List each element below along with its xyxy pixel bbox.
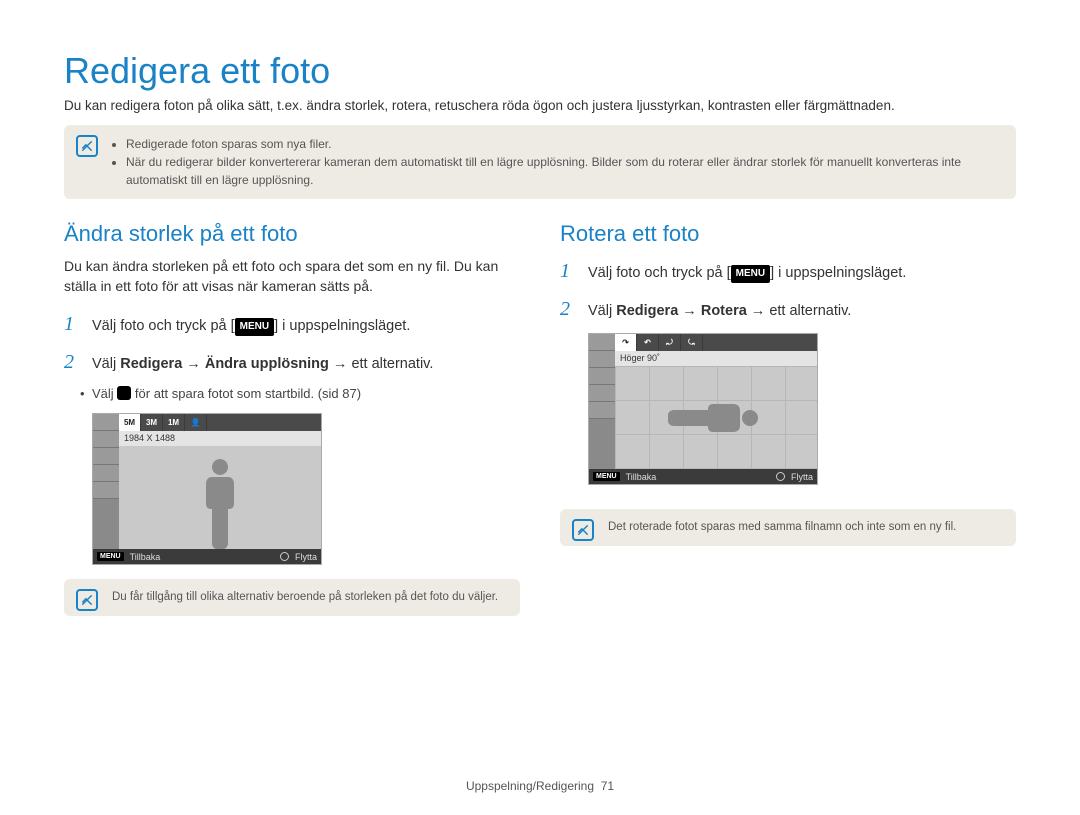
cam-rotate-label: Höger 90˚: [615, 351, 817, 366]
step-text: ] i uppspelningsläget.: [274, 318, 410, 334]
cam-footer-back: Tillbaka: [626, 472, 657, 482]
resize-sub-bullet: Välj för att spara fotot som startbild. …: [92, 386, 520, 401]
cam-footer-move: Flytta: [791, 472, 813, 482]
cam-tab-rotate: ↷: [615, 334, 637, 351]
cam-tab: 1M: [163, 414, 185, 431]
menu-mini-badge: MENU: [593, 472, 620, 481]
silhouette-rotated-icon: [668, 394, 764, 442]
cam-topbar: ↷ ↶ ⤾ ⤿: [615, 334, 817, 351]
heading-resize: Ändra storlek på ett foto: [64, 221, 520, 247]
note-text: Du får tillgång till olika alternativ be…: [112, 591, 498, 603]
cam-resolution-label: 1984 X 1488: [119, 431, 321, 446]
menu-badge: MENU: [235, 318, 274, 336]
rotate-step-1: 1 Välj foto och tryck på [MENU] i uppspe…: [560, 257, 1016, 285]
intro-text: Du kan redigera foton på olika sätt, t.e…: [64, 98, 1016, 113]
step-bold: Ändra upplösning: [205, 356, 329, 372]
note-text: Det roterade fotot sparas med samma filn…: [608, 521, 956, 533]
cam-tab: 3M: [141, 414, 163, 431]
note-icon: [572, 519, 594, 541]
resize-note-box: Du får tillgång till olika alternativ be…: [64, 579, 520, 616]
cam-topbar: 5M 3M 1M 👤: [119, 414, 321, 431]
cam-tab: 👤: [185, 414, 207, 431]
sub-text: för att spara fotot som startbild. (sid …: [131, 386, 361, 401]
step-text: ] i uppspelningsläget.: [770, 265, 906, 281]
page-title: Redigera ett foto: [64, 50, 1016, 92]
step-text: Välj: [588, 303, 616, 319]
person-start-icon: [117, 386, 131, 400]
footer-section: Uppspelning/Redigering: [466, 779, 594, 793]
nav-icon: [776, 472, 785, 481]
col-resize: Ändra storlek på ett foto Du kan ändra s…: [64, 221, 520, 638]
cam-tab-rotate: ⤾: [659, 334, 681, 351]
menu-badge: MENU: [731, 265, 770, 283]
col-rotate: Rotera ett foto 1 Välj foto och tryck på…: [560, 221, 1016, 638]
cam-tab: 5M: [119, 414, 141, 431]
step-bold: Redigera: [616, 303, 678, 319]
silhouette-icon: [196, 453, 244, 549]
step-bold: Redigera: [120, 356, 182, 372]
step-number: 2: [560, 295, 578, 323]
step-text: Välj foto och tryck på [: [92, 318, 235, 334]
cam-footer-move: Flytta: [295, 552, 317, 562]
step-arrow: →: [182, 356, 205, 372]
rotate-step-2: 2 Välj Redigera → Rotera → ett alternati…: [560, 295, 1016, 323]
cam-footer-back: Tillbaka: [130, 552, 161, 562]
cam-tab-rotate: ⤿: [681, 334, 703, 351]
step-text: → ett alternativ.: [329, 356, 434, 372]
camera-mock-resize: 5M 3M 1M 👤 1984 X 1488 MENU Tillbaka Fly…: [92, 413, 322, 565]
step-number: 1: [560, 257, 578, 285]
top-note-box: Redigerade foton sparas som nya filer. N…: [64, 125, 1016, 199]
menu-mini-badge: MENU: [97, 552, 124, 561]
note-icon: [76, 135, 98, 157]
footer-page-number: 71: [601, 779, 614, 793]
sub-text: Välj: [92, 386, 117, 401]
note-icon: [76, 589, 98, 611]
step-text: → ett alternativ.: [747, 303, 852, 319]
step-text: Välj: [92, 356, 120, 372]
camera-mock-rotate: ↷ ↶ ⤾ ⤿ Höger 90˚ MENU Tillbaka F: [588, 333, 818, 485]
top-note-item: Redigerade foton sparas som nya filer.: [126, 135, 1004, 153]
rotate-note-box: Det roterade fotot sparas med samma filn…: [560, 509, 1016, 546]
cam-tab-rotate: ↶: [637, 334, 659, 351]
step-text: Välj foto och tryck på [: [588, 265, 731, 281]
step-arrow: →: [678, 303, 701, 319]
resize-para: Du kan ändra storleken på ett foto och s…: [64, 257, 520, 296]
step-number: 2: [64, 348, 82, 376]
step-number: 1: [64, 310, 82, 338]
nav-icon: [280, 552, 289, 561]
step-bold: Rotera: [701, 303, 747, 319]
page-footer: Uppspelning/Redigering 71: [0, 779, 1080, 793]
top-note-item: När du redigerar bilder konvertererar ka…: [126, 153, 1004, 189]
resize-step-1: 1 Välj foto och tryck på [MENU] i uppspe…: [64, 310, 520, 338]
resize-step-2: 2 Välj Redigera → Ändra upplösning → ett…: [64, 348, 520, 376]
heading-rotate: Rotera ett foto: [560, 221, 1016, 247]
